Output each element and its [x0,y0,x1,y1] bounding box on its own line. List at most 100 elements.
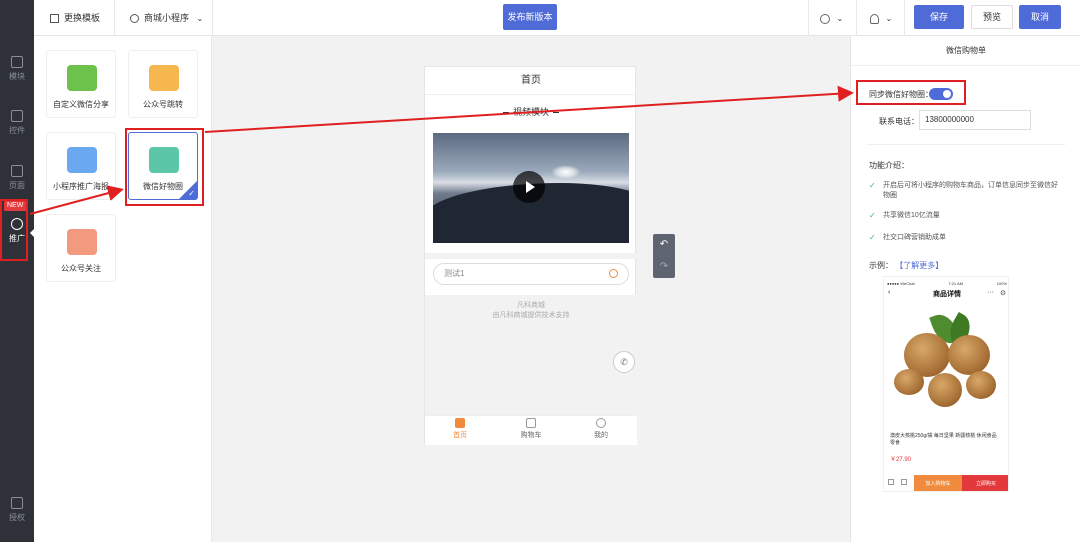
change-template-label: 更换模板 [64,13,101,23]
settings-panel: 微信购物单 同步微信好物圈： 联系电话： 13800000000 功能介绍： ✓… [850,36,1080,542]
phone-preview: 首页 视频模块 测试1 凡科商城 由凡科商城提供技术支持 ✆ 首页 购物车 我的 [424,66,637,445]
megaphone-icon [67,147,97,173]
heart-icon [67,229,97,255]
tab-mine[interactable]: 我的 [576,418,626,440]
shield-icon [11,497,23,509]
phone-field[interactable]: 13800000000 [919,110,1031,130]
feature-text: 开启后可将小程序的购物车商品，订单信息同步至微信好物圈 [883,182,1058,199]
nav-label: 授权 [9,513,25,522]
nav-item-page[interactable]: 页面 [0,165,34,191]
link-icon [149,65,179,91]
tab-label: 我的 [594,432,608,439]
buy-now-button: 立即购买 [962,475,1008,491]
example-action-bar: 加入购物车 立即购买 [884,475,1008,491]
compass-icon [130,14,139,24]
status-bar: ●●●●● WeChat 7:21 AM 100% [884,281,1008,286]
widget-custom-share[interactable]: 自定义微信分享 [46,50,116,118]
preview-canvas: 首页 视频模块 测试1 凡科商城 由凡科商城提供技术支持 ✆ 首页 购物车 我的… [212,36,850,542]
widget-official-account-follow[interactable]: 公众号关注 [46,214,116,282]
check-icon: ✓ [869,181,876,190]
nav-label: 页面 [9,181,25,190]
change-template-button[interactable]: 更换模板 [50,0,100,36]
editor-app: 模块 控件 页面 NEW 推广 授权 更换模板 商城小程序 ⌄ 发布新版本 ⌄ … [0,0,1080,542]
divider [212,0,213,36]
check-icon: ✓ [869,233,876,242]
page-title: 首页 [425,67,637,95]
phone-call-icon[interactable]: ✆ [613,351,635,373]
walnut-shape [928,373,962,407]
nav-item-widget[interactable]: 控件 [0,110,34,136]
check-icon: ✓ [869,211,876,220]
chevron-down-icon: ⌄ [885,14,893,23]
mall-type-dropdown[interactable]: 商城小程序 ⌄ [130,0,203,36]
product-name: 澳皮大核桃250g/袋 每日坚果 新疆核桃 休闲食品 零食 [890,433,997,446]
product-price: ￥27.90 [890,457,912,463]
section-separator [425,253,637,259]
save-button[interactable]: 保存 [914,5,964,29]
divider [808,0,809,36]
play-icon[interactable] [513,171,545,203]
widget-label: 小程序推广海报 [53,182,109,191]
feature-item: ✓ 开启后可将小程序的购物车商品，订单信息同步至微信好物圈 [869,181,1063,201]
search-input[interactable]: 测试1 [433,263,629,285]
learn-more-link[interactable]: 【了解更多】 [895,261,943,270]
tab-label: 首页 [453,432,467,439]
walnut-image [890,307,1004,417]
wechat-share-icon [67,65,97,91]
preview-button[interactable]: 预览 [971,5,1013,29]
tab-home[interactable]: 首页 [435,418,485,440]
module-icon [11,56,23,68]
account-dropdown[interactable]: ⌄ [870,0,892,36]
widget-official-account-jump[interactable]: 公众号跳转 [128,50,198,118]
search-placeholder: 测试1 [444,269,465,278]
feature-text: 社交口碑营销助成单 [883,234,946,241]
walnut-shape [966,371,996,399]
walnut-shape [894,369,924,395]
intro-label: 功能介绍： [869,161,909,170]
brand-footer: 凡科商城 由凡科商城提供技术支持 [425,301,637,321]
home-icon [455,418,465,428]
video-glow [551,165,581,179]
feature-item: ✓ 共享微信10亿流量 [869,211,1063,221]
user-icon [870,13,879,24]
cart-icon [901,479,907,485]
walnut-shape [948,335,990,375]
highlight-nav-promote [0,199,28,261]
divider [867,144,1065,145]
nav-item-module[interactable]: 模块 [0,56,34,82]
mall-type-label: 商城小程序 [144,13,190,23]
headset-icon [820,13,830,24]
more-icon: ··· [987,289,994,296]
widget-label: 自定义微信分享 [53,100,109,109]
publish-button[interactable]: 发布新版本 [503,4,557,30]
nav-label: 模块 [9,72,25,81]
redo-icon[interactable]: ↷ [653,256,675,278]
home-icon [888,479,894,485]
cancel-button[interactable]: 取消 [1019,5,1061,29]
widget-label: 公众号跳转 [143,100,183,109]
left-nav: 模块 控件 页面 NEW 推广 授权 [0,0,34,542]
panel-title: 微信购物单 [851,36,1080,66]
example-screenshot: ●●●●● WeChat 7:21 AM 100% ‹ 商品详情 ··· ⊙ 澳… [883,276,1009,492]
example-row: 示例： 【了解更多】 [869,260,943,271]
chevron-down-icon: ⌄ [836,14,844,23]
user-icon [596,418,606,428]
top-bar: 更换模板 商城小程序 ⌄ 发布新版本 ⌄ ⌄ 保存 预览 取消 [34,0,1080,36]
tab-cart[interactable]: 购物车 [506,418,556,440]
widget-poster[interactable]: 小程序推广海报 [46,132,116,200]
close-circle-icon: ⊙ [1000,290,1006,297]
brand-support: 由凡科商城提供技术支持 [492,312,570,319]
video-module[interactable] [433,133,629,243]
widget-icon [11,110,23,122]
search-icon [609,269,618,278]
add-cart-button: 加入购物车 [914,475,962,491]
history-controls: ↶ ↷ [653,234,675,278]
status-carrier: ●●●●● WeChat [887,281,915,286]
tab-label: 购物车 [520,432,542,439]
service-dropdown[interactable]: ⌄ [820,0,843,36]
nav-item-auth[interactable]: 授权 [0,497,34,523]
divider [904,0,905,36]
undo-icon[interactable]: ↶ [653,234,675,256]
status-time: 7:21 AM [948,281,964,286]
template-icon [50,14,59,24]
